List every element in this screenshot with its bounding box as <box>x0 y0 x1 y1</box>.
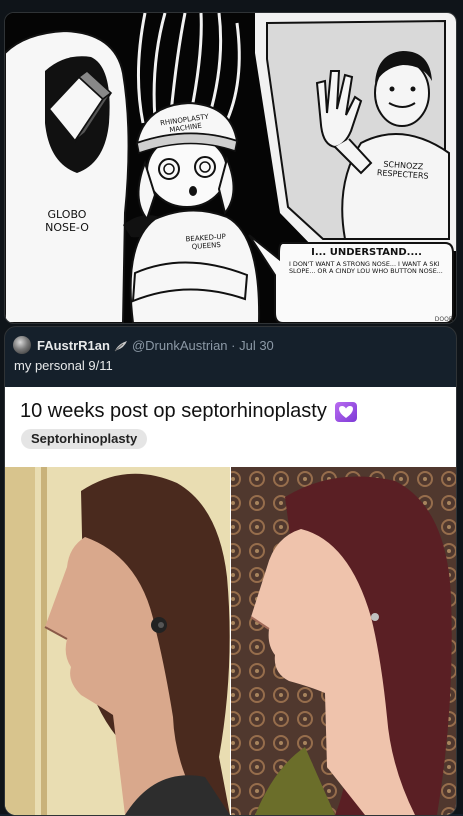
quoted-tweet-text: my personal 9/11 <box>14 358 113 373</box>
avatar[interactable] <box>13 336 31 354</box>
display-name[interactable]: FAustrR1an <box>37 338 110 353</box>
quoted-tweet-card[interactable]: FAustrR1an @DrunkAustrian · Jul 30 my pe… <box>4 326 457 816</box>
handle-and-date[interactable]: @DrunkAustrian · Jul 30 <box>132 338 274 353</box>
comic-image[interactable]: GLOBO NOSE-O RHINOPLASTY MACHINE BEAKED-… <box>4 12 457 324</box>
speech-body: I DON'T WANT A STRONG NOSE... I WANT A S… <box>289 259 443 275</box>
corner-text: DOOR <box>434 316 453 323</box>
quoted-tweet-header: FAustrR1an @DrunkAustrian · Jul 30 <box>13 335 274 355</box>
speech-bubble: I... UNDERSTAND.... I DON'T WANT A STRON… <box>289 247 444 275</box>
tweet-frame: GLOBO NOSE-O RHINOPLASTY MACHINE BEAKED-… <box>0 0 463 816</box>
speech-title: I... UNDERSTAND.... <box>311 247 422 258</box>
tag-chip: Septorhinoplasty <box>21 429 148 449</box>
globo-label: GLOBO NOSE-O <box>45 208 89 234</box>
before-after-photos <box>5 467 456 815</box>
purple-heart-icon <box>334 401 357 422</box>
embedded-image[interactable]: 10 weeks post op septorhinoplasty Septor… <box>5 387 456 815</box>
feather-emoji-icon <box>114 339 128 352</box>
embedded-title: 10 weeks post op septorhinoplasty <box>20 400 357 423</box>
embedded-title-text: 10 weeks post op septorhinoplasty <box>20 400 327 422</box>
